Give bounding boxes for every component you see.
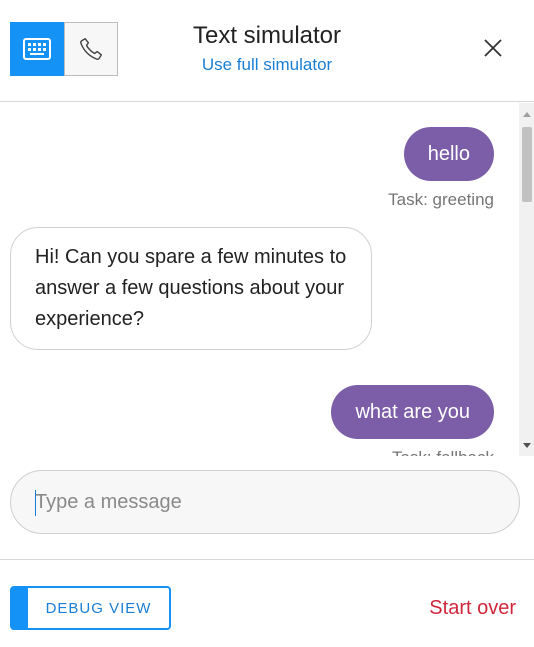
task-label: Task: greeting	[388, 190, 494, 209]
user-message: hello	[403, 127, 494, 181]
close-icon	[484, 39, 502, 57]
message-input-box	[10, 470, 520, 534]
message-transcript: hello Task: greeting Hi! Can you spare a…	[0, 103, 534, 456]
close-button[interactable]	[478, 33, 508, 63]
use-full-simulator-link[interactable]: Use full simulator	[0, 55, 534, 75]
scroll-up-arrow[interactable]	[519, 107, 534, 121]
page-title: Text simulator	[192, 22, 342, 49]
scroll-down-arrow[interactable]	[519, 438, 534, 452]
footer-divider	[0, 559, 534, 560]
task-label: Task: fallback	[392, 448, 494, 456]
message-input[interactable]	[11, 471, 519, 533]
scroll-thumb[interactable]	[522, 127, 532, 202]
text-caret	[35, 490, 36, 516]
simulator-header: Text simulator Use full simulator	[0, 0, 534, 102]
user-message: what are you	[331, 385, 494, 439]
start-over-link[interactable]: Start over	[429, 597, 516, 620]
transcript-scrollbar[interactable]	[519, 103, 534, 456]
bot-message: Hi! Can you spare a few minutes to answe…	[10, 227, 372, 350]
debug-view-button[interactable]: DEBUG VIEW	[10, 586, 171, 630]
